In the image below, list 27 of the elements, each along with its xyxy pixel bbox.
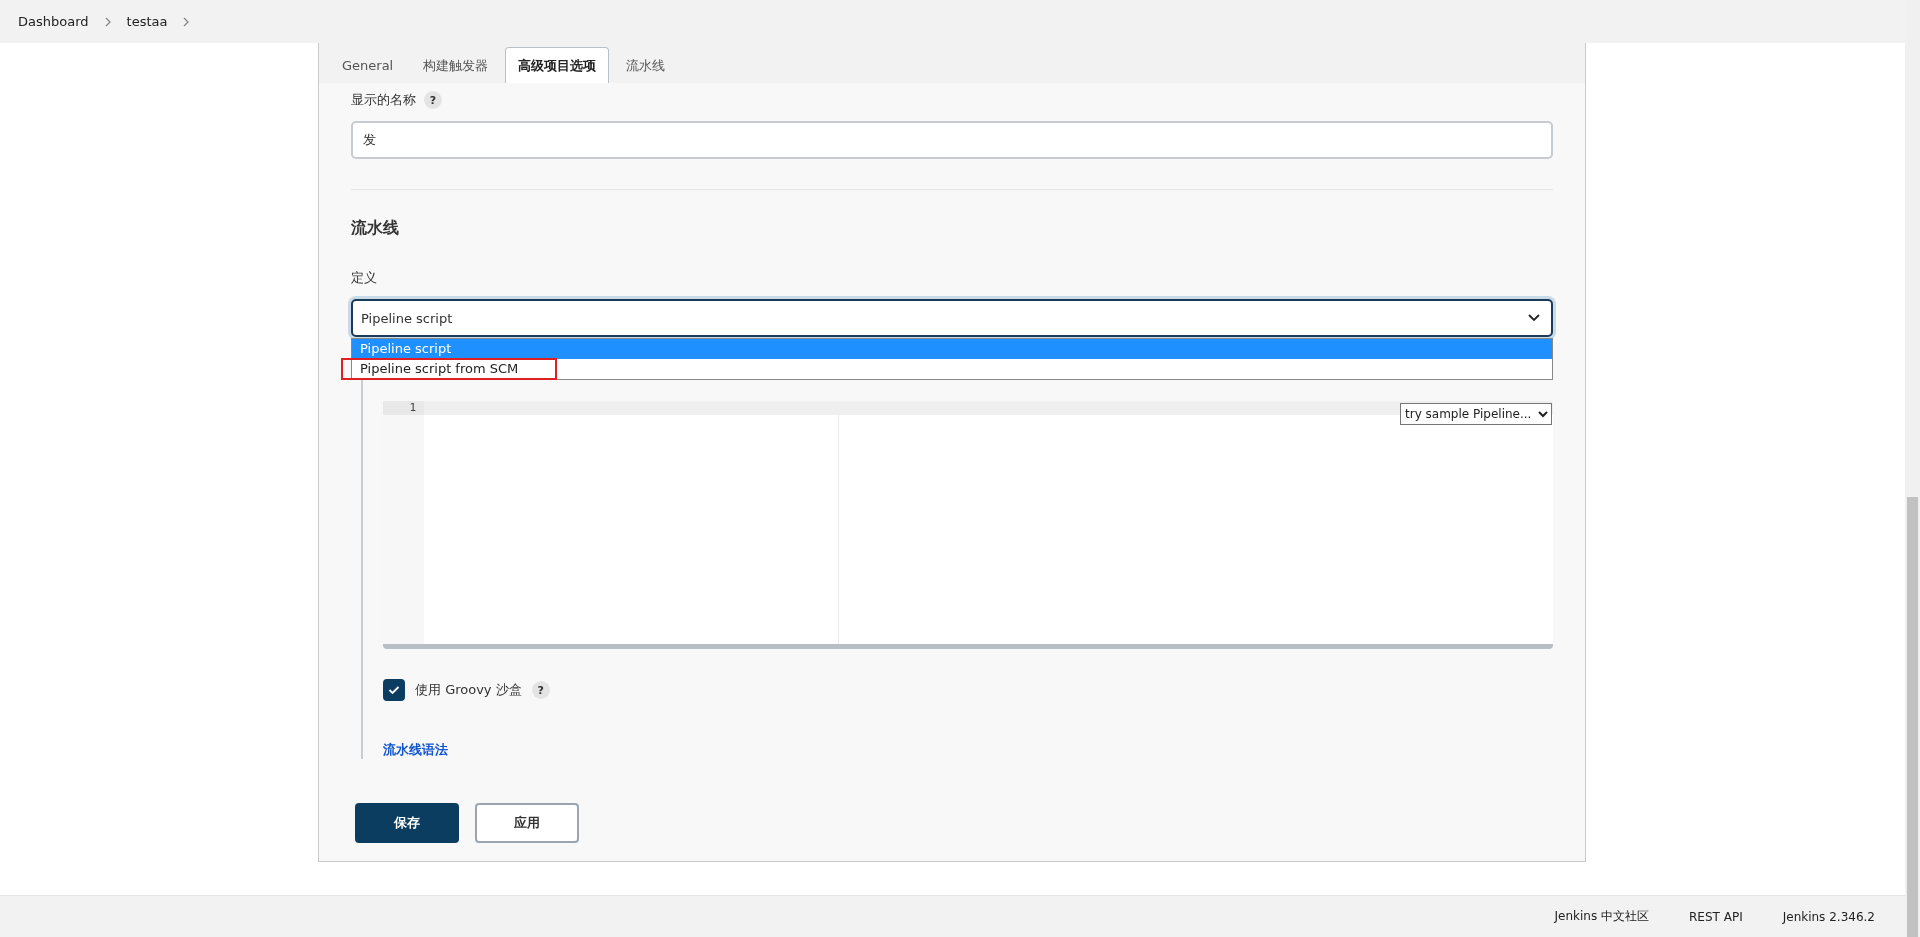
footer-link[interactable]: Jenkins 2.346.2 bbox=[1782, 909, 1875, 924]
definition-select[interactable]: Pipeline script bbox=[351, 299, 1553, 337]
footer-link[interactable]: Jenkins 中文社区 bbox=[1554, 908, 1650, 925]
line-number: 1 bbox=[383, 401, 424, 415]
field-label: 显示的名称 bbox=[351, 91, 416, 109]
sample-select[interactable]: try sample Pipeline... bbox=[1400, 403, 1552, 425]
tab[interactable]: General bbox=[329, 47, 407, 83]
breadcrumb-link[interactable]: Dashboard bbox=[18, 14, 89, 29]
caret-icon bbox=[1527, 313, 1541, 323]
section-heading: 流水线 bbox=[351, 218, 400, 239]
help-icon[interactable]: ? bbox=[424, 91, 442, 109]
help-icon[interactable]: ? bbox=[531, 681, 550, 699]
syntax-link[interactable]: 流水线语法 bbox=[383, 741, 448, 759]
save-button[interactable]: 保存 bbox=[355, 803, 459, 843]
tab[interactable]: 构建触发器 bbox=[410, 47, 502, 83]
tab[interactable]: 流水线 bbox=[613, 47, 679, 83]
check-icon bbox=[388, 685, 400, 695]
checkbox[interactable] bbox=[383, 679, 405, 701]
checkbox-label: 使用 Groovy 沙盒 bbox=[415, 681, 522, 699]
breadcrumb-link[interactable]: testaa bbox=[126, 14, 168, 29]
field-label: 定义 bbox=[351, 269, 378, 287]
code-editor[interactable]: 1 try sample Pipeline... bbox=[383, 401, 1553, 649]
apply-button[interactable]: 应用 bbox=[475, 803, 579, 843]
tab[interactable]: 高级项目选项 bbox=[505, 47, 610, 83]
scrollbar[interactable] bbox=[1905, 0, 1920, 937]
display-name-field[interactable]: 发 bbox=[351, 121, 1553, 159]
footer-link[interactable]: REST API bbox=[1689, 909, 1743, 924]
